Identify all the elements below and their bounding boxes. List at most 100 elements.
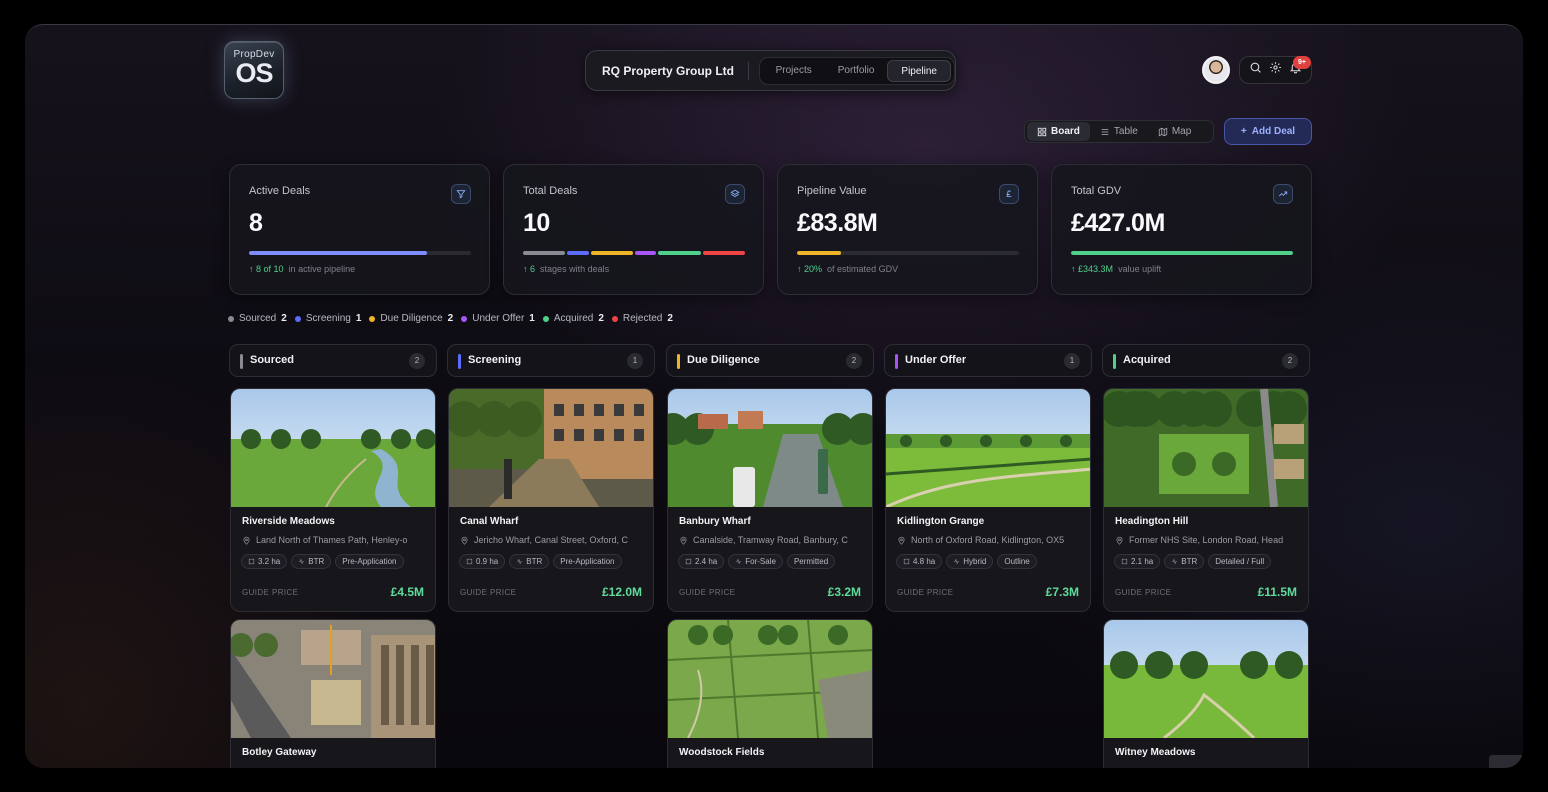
progress-fill <box>249 251 427 255</box>
company-name[interactable]: RQ Property Group Ltd <box>602 64 734 78</box>
legend-item: Screening 1 <box>294 313 361 324</box>
guide-price-value: £3.2M <box>827 585 861 599</box>
map-icon <box>1158 127 1167 136</box>
app-logo[interactable]: PropDev OS <box>224 41 284 99</box>
column-header-due-diligence[interactable]: Due Diligence 2 <box>666 344 874 377</box>
tag-label: 2.1 ha <box>1131 557 1154 566</box>
property-photo <box>1104 620 1308 738</box>
legend-count: 2 <box>281 313 287 324</box>
stat-footnote: ↑ 20% of estimated GDV <box>797 264 898 274</box>
activity-icon <box>1172 558 1178 565</box>
legend-item: Rejected 2 <box>611 313 673 324</box>
view-map-button[interactable]: Map <box>1148 122 1201 141</box>
activity-icon <box>954 558 960 565</box>
legend-label: Acquired <box>553 313 594 324</box>
stat-label: Active Deals <box>249 185 311 197</box>
area-icon <box>1121 558 1128 565</box>
gear-icon[interactable] <box>1269 61 1282 79</box>
legend-count: 2 <box>447 313 454 324</box>
stat-label: Total Deals <box>523 185 578 197</box>
column-header-sourced[interactable]: Sourced 2 <box>229 344 437 377</box>
progress-track <box>1071 251 1293 255</box>
layers-icon <box>725 184 745 204</box>
column-count: 2 <box>846 353 862 369</box>
legend-label: Screening <box>305 313 351 324</box>
deal-title: Riverside Meadows <box>242 516 335 527</box>
location-pin-icon <box>461 536 468 545</box>
stage-segment <box>590 251 634 255</box>
app-window: PropDev OS RQ Property Group Ltd Project… <box>25 24 1523 768</box>
deal-tag: Pre-Application <box>553 554 622 569</box>
deal-title: Canal Wharf <box>460 516 519 527</box>
deal-card[interactable]: Headington Hill Former NHS Site, London R… <box>1103 388 1309 612</box>
tag-label: Outline <box>1004 557 1030 566</box>
deal-address: North of Oxford Road, Kidlington, OX5 <box>897 535 1085 545</box>
stage-color-bar <box>458 354 461 369</box>
legend-item: Sourced 2 <box>228 313 287 324</box>
legend-dot <box>542 315 549 322</box>
activity-icon <box>736 558 742 565</box>
tag-label: Permitted <box>793 557 829 566</box>
guide-price-value: £4.5M <box>390 585 424 599</box>
user-avatar[interactable] <box>1202 56 1230 84</box>
guide-price-label: GUIDE PRICE <box>242 588 299 597</box>
search-icon[interactable] <box>1249 61 1262 79</box>
stat-label: Total GDV <box>1071 185 1122 197</box>
stat-foot-text: in active pipeline <box>288 264 356 274</box>
property-photo <box>231 620 435 738</box>
area-icon <box>685 558 692 565</box>
deal-address: Canalside, Tramway Road, Banbury, C <box>679 535 867 545</box>
add-deal-button[interactable]: + Add Deal <box>1224 118 1312 145</box>
view-board-button[interactable]: Board <box>1027 122 1090 141</box>
property-photo <box>668 389 872 507</box>
tab-projects[interactable]: Projects <box>763 60 825 82</box>
column-header-acquired[interactable]: Acquired 2 <box>1102 344 1310 377</box>
legend-dot <box>611 315 618 322</box>
address-text: Canalside, Tramway Road, Banbury, C <box>693 535 848 545</box>
view-table-button[interactable]: Table <box>1090 122 1148 141</box>
guide-price-label: GUIDE PRICE <box>460 588 517 597</box>
stage-segment <box>635 251 657 255</box>
tab-pipeline[interactable]: Pipeline <box>887 59 951 82</box>
property-photo <box>886 389 1090 507</box>
progress-fill <box>797 251 842 255</box>
column-header-under-offer[interactable]: Under Offer 1 <box>884 344 1092 377</box>
tag-label: BTR <box>1181 557 1198 566</box>
trend-up-icon <box>1273 184 1293 204</box>
stage-color-bar <box>677 354 680 369</box>
column-count: 1 <box>627 353 643 369</box>
list-icon <box>1101 128 1109 135</box>
deal-tags: 0.9 ha BTR Pre-Application <box>459 554 622 569</box>
stat-footnote: ↑ £343.3M value uplift <box>1071 264 1161 274</box>
deal-address: Land North of Thames Path, Henley-o <box>242 535 430 545</box>
guide-price-value: £12.0M <box>601 585 642 599</box>
stat-footnote: ↑ 8 of 10 in active pipeline <box>249 264 355 274</box>
guide-price-label: GUIDE PRICE <box>1115 588 1172 597</box>
view-board-label: Board <box>1051 126 1080 137</box>
tab-portfolio[interactable]: Portfolio <box>825 60 888 82</box>
deal-card[interactable]: Botley Gateway <box>230 619 436 768</box>
deal-tags: 4.8 ha Hybrid Outline <box>896 554 1037 569</box>
add-deal-label: Add Deal <box>1251 126 1296 137</box>
deal-card[interactable]: Canal Wharf Jericho Wharf, Canal Street, … <box>448 388 654 612</box>
view-toggle: Board Table Map <box>1024 120 1214 143</box>
deal-card[interactable]: Witney Meadows <box>1103 619 1309 768</box>
pound-icon <box>999 184 1019 204</box>
deal-title: Woodstock Fields <box>679 747 765 758</box>
deal-card[interactable]: Riverside Meadows Land North of Thames Pa… <box>230 388 436 612</box>
column-title: Due Diligence <box>687 354 760 366</box>
column-count: 2 <box>409 353 425 369</box>
deal-card[interactable]: Banbury Wharf Canalside, Tramway Road, Ba… <box>667 388 873 612</box>
deal-card[interactable]: Kidlington Grange North of Oxford Road, K… <box>885 388 1091 612</box>
deal-card[interactable]: Woodstock Fields <box>667 619 873 768</box>
deal-title: Headington Hill <box>1115 516 1189 527</box>
legend-dot <box>461 315 468 322</box>
area-icon <box>466 558 473 565</box>
stat-foot-text: value uplift <box>1118 264 1162 274</box>
stat-delta: ↑ £343.3M <box>1071 264 1114 274</box>
column-header-screening[interactable]: Screening 1 <box>447 344 655 377</box>
property-photo <box>231 389 435 507</box>
address-text: Former NHS Site, London Road, Head <box>1129 535 1284 545</box>
tag-label: 0.9 ha <box>476 557 499 566</box>
top-nav-bar: RQ Property Group Ltd Projects Portfolio… <box>585 50 956 91</box>
